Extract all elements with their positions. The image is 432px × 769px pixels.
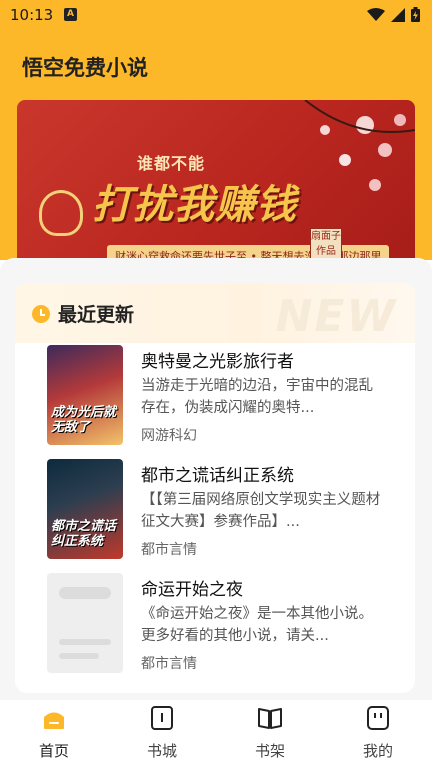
- tab-profile[interactable]: 我的: [338, 706, 418, 761]
- tab-home[interactable]: 首页: [14, 706, 94, 761]
- battery-icon: [411, 7, 420, 22]
- cover-title: 都市之谎话纠正系统: [51, 519, 117, 549]
- tab-label: 首页: [38, 742, 69, 760]
- home-icon: [44, 712, 64, 729]
- tab-bookshelf[interactable]: 书架: [230, 706, 310, 761]
- tab-label: 书架: [254, 742, 285, 760]
- status-time: 10:13: [10, 6, 54, 24]
- book-item[interactable]: 命运开始之夜 《命运开始之夜》是一本其他小说。更多好看的其他小说，请关... 都…: [47, 573, 407, 675]
- book-description: 《命运开始之夜》是一本其他小说。更多好看的其他小说，请关...: [141, 606, 373, 644]
- cover-title: 成为光后就无敌了: [51, 405, 117, 435]
- bookshelf-icon: [258, 708, 282, 729]
- placeholder-line: [59, 639, 111, 645]
- new-watermark: NEW: [275, 291, 397, 342]
- book-cover-placeholder[interactable]: [47, 573, 123, 673]
- app-header: 悟空免费小说 谁都不能 打扰我赚钱 财迷心窍救命还要先世子至 • 整天想去洗江湖…: [0, 30, 432, 290]
- book-item[interactable]: 都市之谎话纠正系统 都市之谎话纠正系统 【【第三届网络原创文学现实主义题材征文大…: [47, 459, 407, 561]
- book-title[interactable]: 命运开始之夜: [141, 575, 243, 600]
- banner-title: 打扰我赚钱: [92, 182, 297, 228]
- book-cover[interactable]: 都市之谎话纠正系统: [47, 459, 123, 559]
- bottom-tab-bar: 首页 书城 书架 我的: [0, 700, 432, 769]
- tab-label: 我的: [362, 742, 393, 760]
- ornament-icon: [39, 190, 83, 236]
- banner-subtitle: 谁都不能: [137, 154, 206, 173]
- app-title: 悟空免费小说: [22, 56, 148, 80]
- book-description: 当游走于光暗的边沿，宇宙中的混乱存在，伪装成闪耀的奥特...: [141, 378, 373, 416]
- clock-icon: [32, 304, 50, 323]
- book-title[interactable]: 奥特曼之光影旅行者: [141, 347, 294, 372]
- placeholder-bar: [59, 587, 111, 599]
- book-genre: 都市言情: [141, 542, 197, 558]
- book-description: 【【第三届网络原创文学现实主义题材征文大赛】参赛作品】...: [141, 492, 381, 530]
- recent-updates-card: NEW 最近更新 成为光后就无敌了 奥特曼之光影旅行者 当游走于光暗的边沿，宇宙…: [15, 283, 415, 693]
- signal-icon: [391, 7, 405, 22]
- book-cover[interactable]: 成为光后就无敌了: [47, 345, 123, 445]
- status-icons: [367, 7, 420, 22]
- section-header: 最近更新: [32, 300, 134, 327]
- book-genre: 都市言情: [141, 656, 197, 672]
- status-bar: 10:13 A: [0, 0, 432, 30]
- content-sheet: NEW 最近更新 成为光后就无敌了 奥特曼之光影旅行者 当游走于光暗的边沿，宇宙…: [0, 258, 432, 700]
- placeholder-line: [59, 653, 99, 659]
- section-title: 最近更新: [58, 304, 135, 326]
- profile-icon: [367, 706, 389, 730]
- store-icon: [151, 706, 173, 730]
- tab-label: 书城: [146, 742, 177, 760]
- notification-icon: A: [64, 8, 77, 21]
- book-genre: 网游科幻: [141, 428, 197, 444]
- tab-store[interactable]: 书城: [122, 706, 202, 761]
- book-title[interactable]: 都市之谎话纠正系统: [141, 461, 294, 486]
- wifi-icon: [367, 7, 385, 21]
- book-item[interactable]: 成为光后就无敌了 奥特曼之光影旅行者 当游走于光暗的边沿，宇宙中的混乱存在，伪装…: [47, 345, 407, 447]
